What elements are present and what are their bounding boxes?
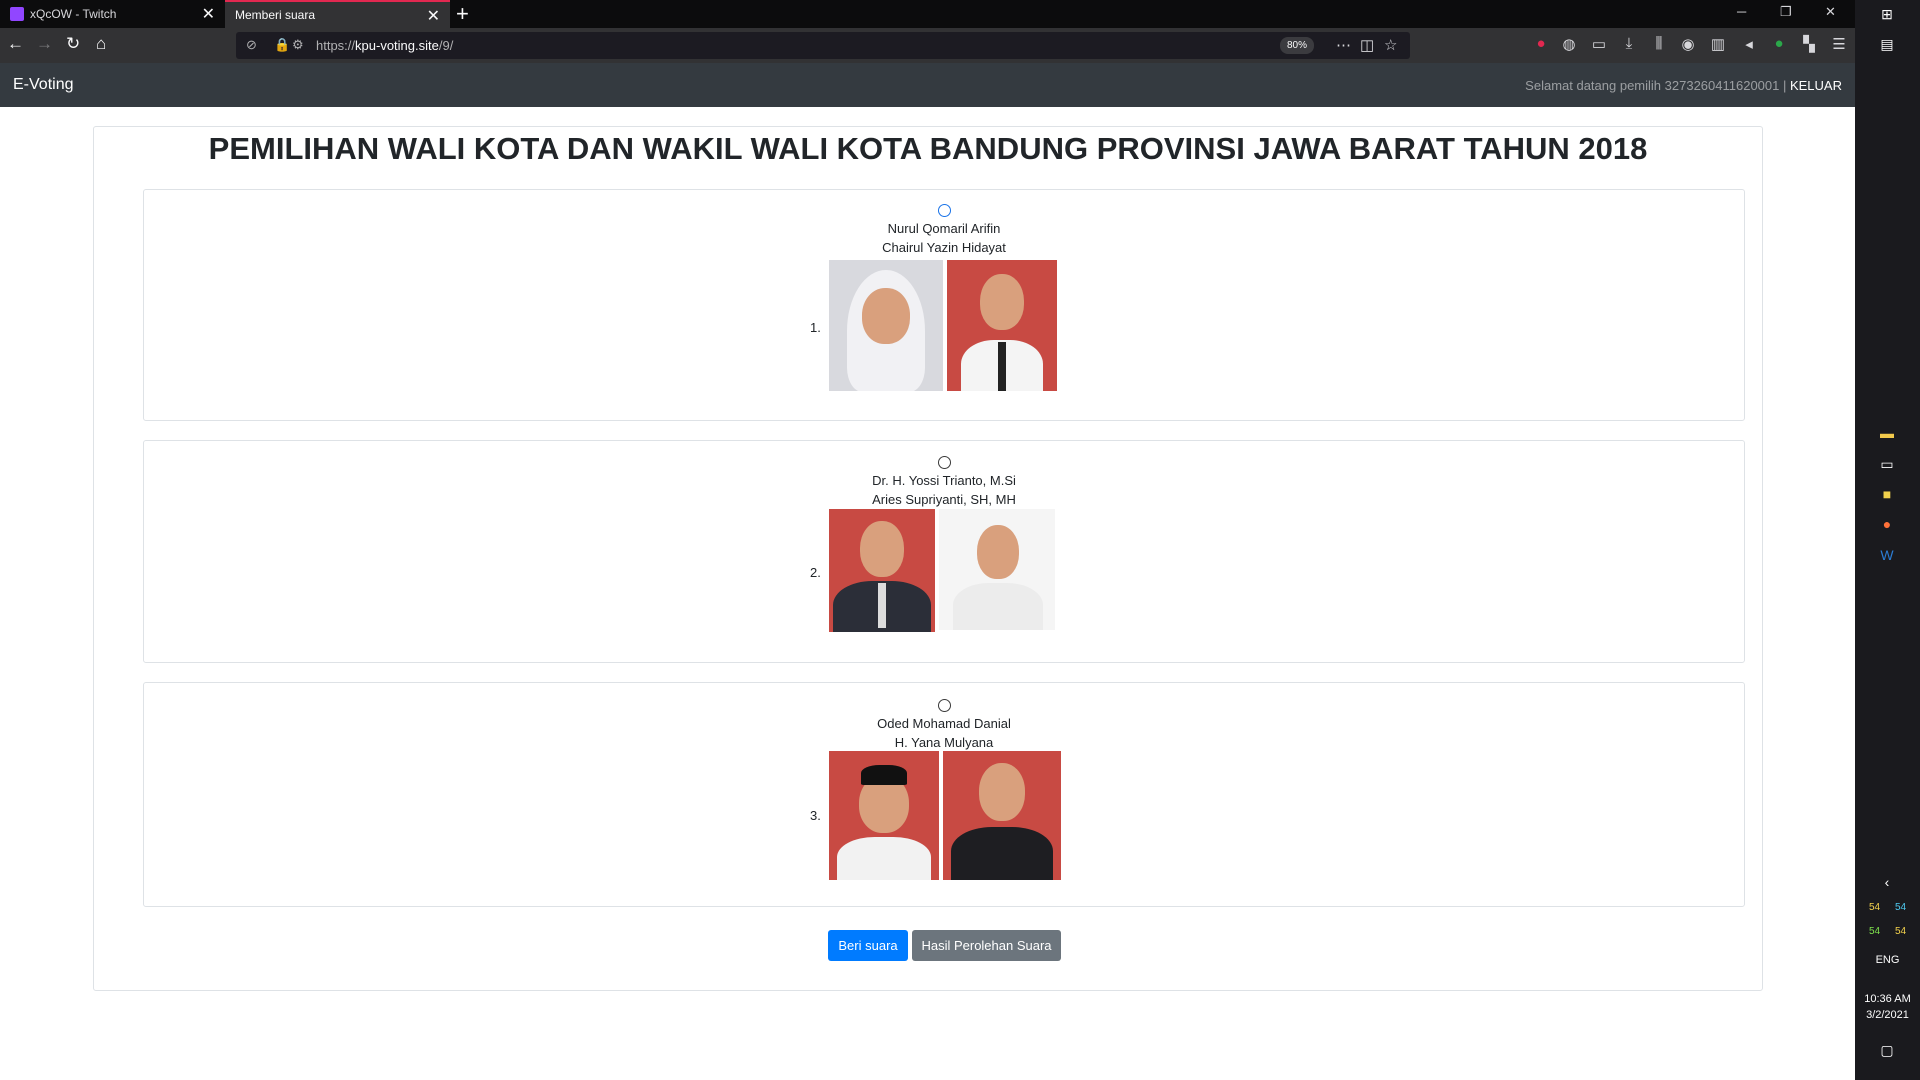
back-icon[interactable]: ← <box>7 34 24 54</box>
extension-b-icon[interactable]: ● <box>1770 35 1788 53</box>
account-icon[interactable]: ◉ <box>1679 35 1697 53</box>
candidate-1-names: Nurul Qomaril Arifin Chairul Yazin Hiday… <box>144 219 1744 257</box>
sticky-notes-icon[interactable]: ■ <box>1878 486 1896 504</box>
permissions-icon[interactable]: ⚙ <box>292 37 304 53</box>
candidate-1-photo-1 <box>829 260 943 391</box>
tray-number: 54 <box>1869 902 1881 913</box>
page-content: E-Voting Selamat datang pemilih 32732604… <box>0 63 1855 1080</box>
candidate-1-radio[interactable] <box>937 204 951 217</box>
extension-bars-icon[interactable]: ▥ <box>1709 35 1727 53</box>
close-tab-icon[interactable]: ✕ <box>202 4 215 24</box>
forward-icon[interactable]: → <box>36 34 53 54</box>
tray-chevron-icon[interactable]: ‹ <box>1878 874 1896 892</box>
pocket-icon[interactable]: ◫ <box>1360 36 1374 54</box>
word-icon[interactable]: W <box>1878 547 1896 565</box>
candidate-1-number: 1. <box>810 320 821 335</box>
candidate-2-name1: Dr. H. Yossi Trianto, M.Si <box>872 473 1016 488</box>
logout-link[interactable]: KELUAR <box>1790 78 1842 93</box>
clock-time[interactable]: 10:36 AM <box>1855 993 1920 1005</box>
url-bar[interactable]: ⊘ 🔒 ⚙ https://kpu-voting.site/9/ 80% ⋯ ◫… <box>236 32 1410 59</box>
reader-icon[interactable]: ▭ <box>1590 35 1608 53</box>
candidate-3-name1: Oded Mohamad Danial <box>877 716 1011 731</box>
minimize-icon[interactable]: ─ <box>1737 4 1746 19</box>
tray-number: 54 <box>1895 902 1907 913</box>
task-view-icon[interactable]: ▤ <box>1878 36 1896 54</box>
page-title: PEMILIHAN WALI KOTA DAN WAKIL WALI KOTA … <box>208 131 1648 166</box>
candidate-1-name2: Chairul Yazin Hidayat <box>882 240 1006 255</box>
candidate-2-photo-1 <box>829 509 935 632</box>
terminal-icon[interactable]: ▭ <box>1878 456 1896 474</box>
app-navbar: E-Voting Selamat datang pemilih 32732604… <box>0 63 1855 107</box>
navigation-bar: ← → ↻ ⌂ ⊘ 🔒 ⚙ https://kpu-voting.site/9/… <box>0 28 1855 63</box>
lock-icon[interactable]: 🔒 <box>274 37 290 53</box>
extensions-icon[interactable]: ▚ <box>1800 35 1818 53</box>
restore-icon[interactable]: ❐ <box>1780 4 1792 20</box>
candidate-1-photo-2 <box>947 260 1057 391</box>
zoom-level[interactable]: 80% <box>1280 37 1314 54</box>
notifications-icon[interactable]: ▢ <box>1878 1042 1896 1060</box>
candidate-2-radio[interactable] <box>937 456 951 469</box>
windows-taskbar: ⊞ ▤ ▬ ▭ ■ ● W ‹ 54 54 54 54 ENG 10:36 AM… <box>1855 0 1920 1080</box>
menu-icon[interactable]: ☰ <box>1830 35 1848 53</box>
window-close-icon[interactable]: ✕ <box>1825 4 1836 20</box>
candidate-3-photo-1 <box>829 751 939 880</box>
results-button[interactable]: Hasil Perolehan Suara <box>912 930 1061 961</box>
tab-memberi-suara[interactable]: Memberi suara ✕ <box>225 0 450 28</box>
home-icon[interactable]: ⌂ <box>96 34 106 54</box>
candidate-card-1: Nurul Qomaril Arifin Chairul Yazin Hiday… <box>143 189 1745 421</box>
candidate-2-number: 2. <box>810 565 821 580</box>
candidate-3-number: 3. <box>810 808 821 823</box>
clock-date[interactable]: 3/2/2021 <box>1855 1009 1920 1021</box>
reload-icon[interactable]: ↻ <box>66 34 80 54</box>
tracking-protection-icon[interactable]: ⊘ <box>246 37 257 53</box>
extension-globe-icon[interactable]: ◍ <box>1560 35 1578 53</box>
file-explorer-icon[interactable]: ▬ <box>1878 425 1896 443</box>
candidate-3-photo-2 <box>943 751 1061 880</box>
language-indicator[interactable]: ENG <box>1855 954 1920 966</box>
candidate-2-names: Dr. H. Yossi Trianto, M.Si Aries Supriya… <box>144 471 1744 509</box>
candidate-1-name1: Nurul Qomaril Arifin <box>887 221 1001 236</box>
candidate-2-photo-2 <box>939 509 1055 630</box>
windows-start-icon[interactable]: ⊞ <box>1878 6 1896 24</box>
tab-twitch[interactable]: xQcOW - Twitch ✕ <box>0 0 225 28</box>
candidate-3-radio[interactable] <box>937 699 951 712</box>
welcome-text: Selamat datang pemilih 3273260411620001 … <box>1525 78 1842 93</box>
browser-window: xQcOW - Twitch ✕ Memberi suara ✕ + ─ ❐ ✕… <box>0 0 1855 1080</box>
tab-label: Memberi suara <box>235 8 316 22</box>
twitch-icon <box>10 7 24 21</box>
candidate-card-2: Dr. H. Yossi Trianto, M.Si Aries Supriya… <box>143 440 1745 663</box>
tray-number: 54 <box>1895 926 1907 937</box>
candidate-2-name2: Aries Supriyanti, SH, MH <box>872 492 1016 507</box>
ballot-card: PEMILIHAN WALI KOTA DAN WAKIL WALI KOTA … <box>93 126 1763 991</box>
candidate-3-names: Oded Mohamad Danial H. Yana Mulyana <box>144 714 1744 752</box>
page-actions-icon[interactable]: ⋯ <box>1336 36 1351 54</box>
url-text[interactable]: https://kpu-voting.site/9/ <box>316 38 453 53</box>
tab-bar: xQcOW - Twitch ✕ Memberi suara ✕ + ─ ❐ ✕ <box>0 0 1855 28</box>
audio-icon[interactable]: ◂ <box>1740 35 1758 53</box>
brand-link[interactable]: E-Voting <box>13 76 73 94</box>
extension-adblock-icon[interactable]: ● <box>1532 35 1550 53</box>
new-tab-icon[interactable]: + <box>456 1 469 27</box>
bookmark-star-icon[interactable]: ☆ <box>1384 36 1397 54</box>
candidate-card-3: Oded Mohamad Danial H. Yana Mulyana 3. <box>143 682 1745 907</box>
library-icon[interactable]: ⫼ <box>1650 35 1668 53</box>
tab-label: xQcOW - Twitch <box>30 7 117 21</box>
firefox-icon[interactable]: ● <box>1878 516 1896 534</box>
tray-number: 54 <box>1869 926 1881 937</box>
close-tab-icon[interactable]: ✕ <box>427 6 440 26</box>
candidate-3-name2: H. Yana Mulyana <box>894 735 994 750</box>
vote-button[interactable]: Beri suara <box>828 930 908 961</box>
download-icon[interactable]: ⤓ <box>1620 35 1638 53</box>
